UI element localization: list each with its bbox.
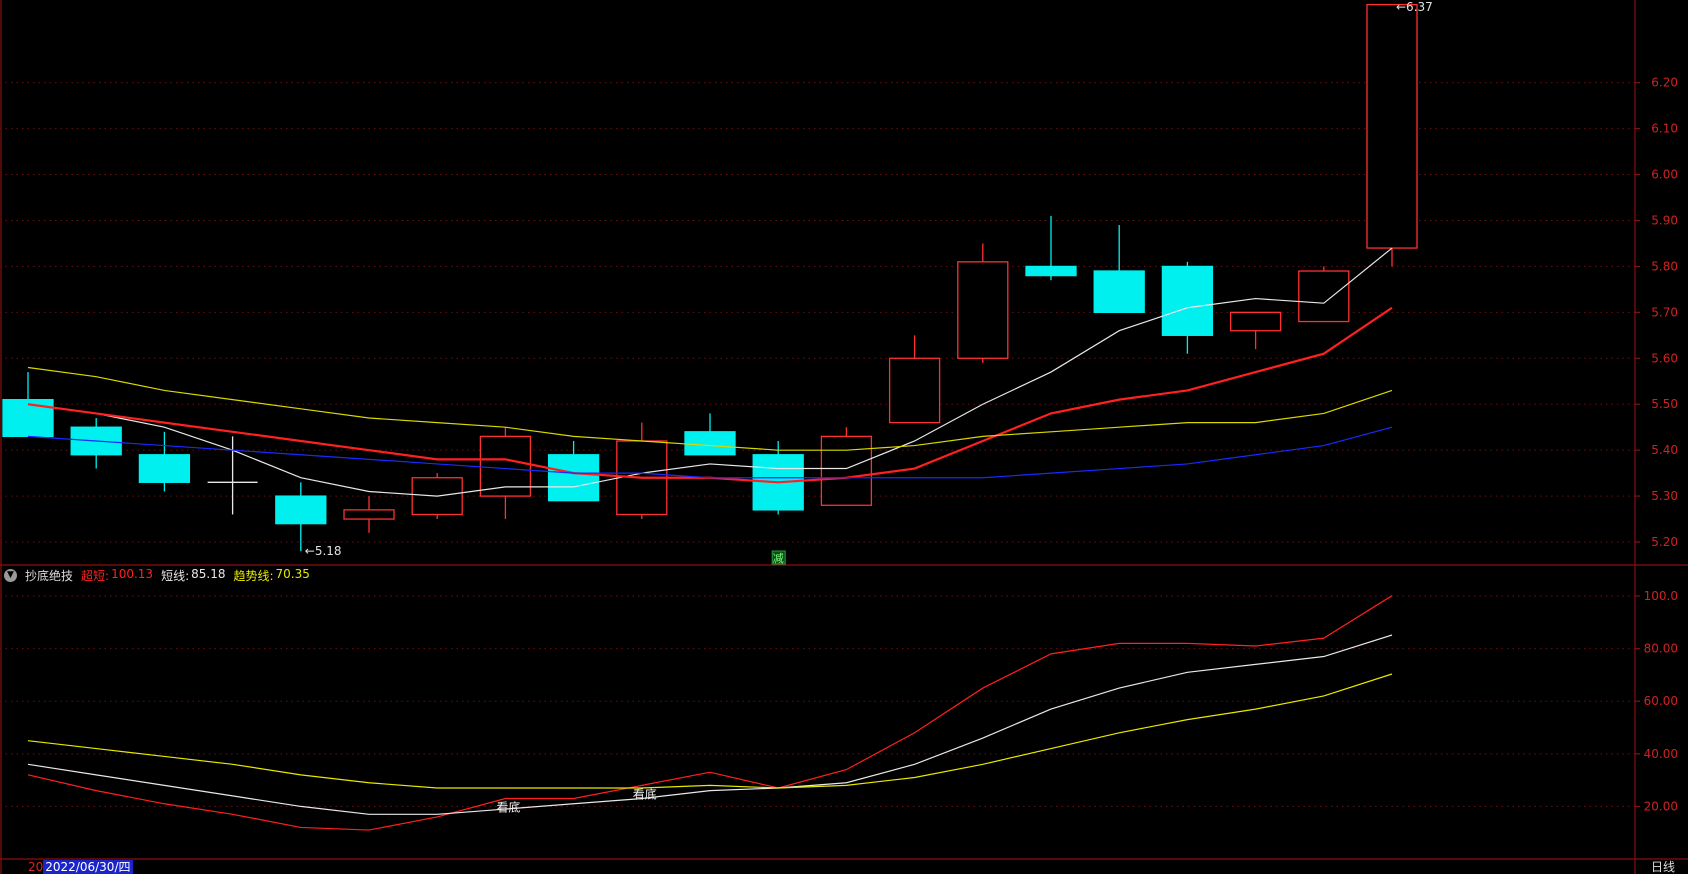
candle-body: [684, 431, 736, 456]
candle[interactable]: [138, 431, 191, 492]
legend-label: 趋势线:: [233, 568, 274, 583]
indicator-panel[interactable]: 100.080.0060.0040.0020.00看底看底: [0, 589, 1678, 831]
candle[interactable]: [820, 427, 873, 506]
indicator-series-line: [27, 595, 1393, 831]
cursor-date-readout: 20 2022/06/30/四: [28, 860, 133, 874]
indicator-series-line: [27, 673, 1393, 789]
price-tick-label: 5.40: [1651, 443, 1678, 457]
candle[interactable]: [1025, 215, 1077, 281]
indicator-value-chaoduan: 超短: 100.13: [81, 567, 153, 584]
date-value: 2022/06/30/四: [43, 860, 133, 874]
candle[interactable]: [888, 335, 941, 424]
legend-label: 短线:: [161, 568, 190, 583]
candle-body: [957, 261, 1009, 359]
indicator-value-qushixian: 趋势线: 70.35: [233, 567, 309, 584]
candle[interactable]: [1093, 225, 1145, 314]
candle[interactable]: [207, 436, 258, 515]
candle-body: [1025, 265, 1077, 277]
price-tick-label: 5.70: [1651, 305, 1678, 319]
candle-body: [138, 454, 191, 483]
candle-body: [888, 357, 941, 424]
legend-value: 100.13: [111, 566, 154, 581]
candle[interactable]: [479, 427, 532, 520]
candle[interactable]: [1229, 311, 1282, 350]
stock-chart[interactable]: 6.20 6.10 6.00 5.90 5.80 5.70 5.60 5.50 5.40 5.30…: [0, 0, 1688, 874]
candle[interactable]: [957, 243, 1009, 363]
indicator-tick-label: 40.00: [1644, 747, 1678, 761]
candle-body: [1093, 270, 1145, 314]
signal-annotation: 看底: [633, 786, 657, 801]
period-button[interactable]: 日线: [1645, 860, 1681, 874]
price-tick-label: 6.00: [1651, 168, 1678, 182]
date-prefix: 20: [28, 860, 44, 874]
candle-body: [1229, 311, 1282, 332]
price-tick-label: 5.30: [1651, 489, 1678, 503]
price-tick-label: 5.90: [1651, 213, 1678, 227]
candle[interactable]: [275, 482, 327, 552]
legend-label: 超短:: [81, 568, 110, 583]
price-tick-label: 6.20: [1651, 76, 1678, 90]
indicator-name[interactable]: 抄底绝技: [25, 567, 73, 584]
candle[interactable]: [1298, 266, 1350, 323]
extreme-price-label: ←5.18: [305, 544, 342, 558]
indicator-tick-label: 60.00: [1644, 694, 1678, 708]
candle[interactable]: [1366, 3, 1418, 267]
candle-body: [1161, 265, 1214, 336]
candle-body: [547, 454, 600, 502]
signal-marker: 减: [771, 550, 786, 565]
candle-body: [820, 435, 873, 506]
price-tick-label: 5.80: [1651, 259, 1678, 273]
indicator-tick-label: 20.00: [1644, 799, 1678, 813]
candle-body: [343, 509, 395, 520]
signal-marker-label: 减: [773, 552, 784, 565]
legend-value: 85.18: [191, 566, 226, 581]
candle-body: [1298, 270, 1350, 323]
legend-value: 70.35: [275, 566, 310, 581]
chevron-down-icon[interactable]: ▼: [4, 568, 17, 582]
indicator-header: ▼ 抄底绝技 超短: 100.13 短线: 85.18 趋势线: 70.35: [4, 566, 310, 584]
indicator-series-line: [27, 634, 1393, 815]
indicator-value-duanxian: 短线: 85.18: [161, 567, 225, 584]
candle-body: [1366, 3, 1418, 249]
extreme-price-label: ←6.37: [1396, 0, 1433, 14]
candle[interactable]: [70, 418, 122, 469]
price-tick-label: 5.20: [1651, 535, 1678, 549]
candle[interactable]: [343, 496, 395, 533]
price-tick-label: 5.60: [1651, 351, 1678, 365]
indicator-tick-label: 80.00: [1644, 642, 1678, 656]
candle[interactable]: [684, 413, 736, 456]
candle-body: [275, 495, 327, 525]
price-panel[interactable]: 6.20 6.10 6.00 5.90 5.80 5.70 5.60 5.50 5.40 5.30…: [0, 0, 1688, 874]
indicator-tick-label: 100.0: [1644, 589, 1678, 603]
price-tick-label: 6.10: [1651, 122, 1678, 136]
signal-annotation: 看底: [496, 799, 520, 814]
price-tick-label: 5.50: [1651, 397, 1678, 411]
